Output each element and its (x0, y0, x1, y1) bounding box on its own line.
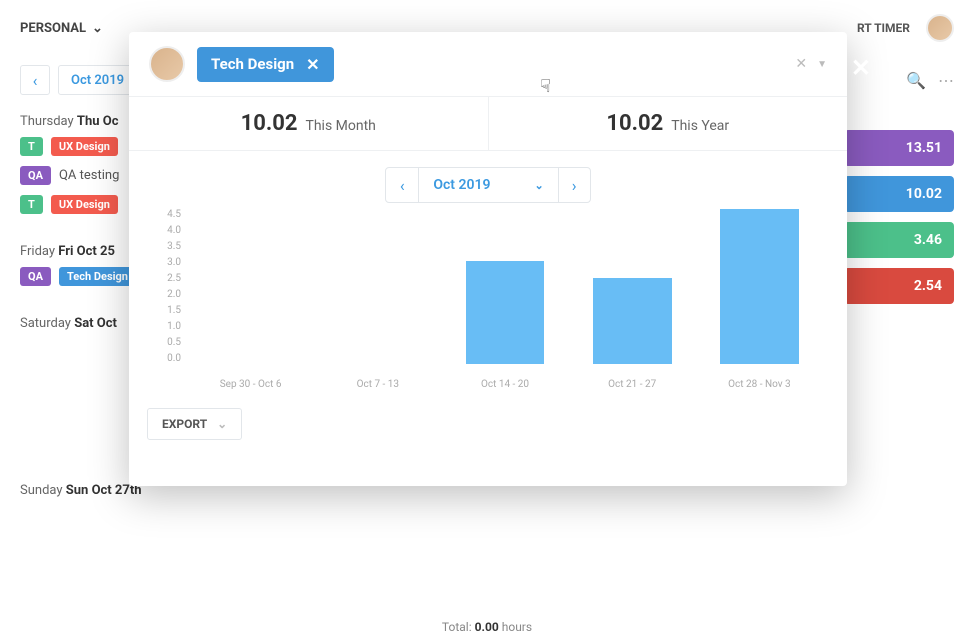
stat-month: 10.02 This Month (129, 97, 489, 150)
project-tag: UX Design (51, 195, 118, 214)
project-tag: T (20, 195, 43, 214)
period-selector[interactable]: Oct 2019 (58, 65, 137, 95)
hours-bar-chart: 4.5 4.0 3.5 3.0 2.5 2.0 1.5 1.0 0.5 0.0 (153, 209, 823, 379)
y-tick: 4.0 (153, 225, 181, 236)
period-label: Oct 2019 (433, 177, 490, 193)
avatar[interactable] (926, 14, 954, 42)
y-tick: 1.0 (153, 321, 181, 332)
chevron-left-icon: ‹ (400, 176, 405, 195)
y-tick: 3.5 (153, 241, 181, 252)
summary-pill[interactable]: 10.02 (844, 176, 954, 212)
y-tick: 0.5 (153, 337, 181, 348)
project-tag: T (20, 137, 43, 156)
avatar[interactable] (149, 46, 185, 82)
chevron-down-icon: ⌄ (534, 179, 543, 192)
period-dropdown[interactable]: Oct 2019 ⌄ (418, 168, 557, 202)
chart-bar[interactable] (720, 209, 799, 364)
filter-chip-label: Tech Design (211, 55, 294, 73)
x-tick: Oct 21 - 27 (569, 379, 696, 390)
close-modal-button[interactable]: ✕ (851, 54, 871, 82)
stat-value: 10.02 (241, 111, 298, 136)
summary-pill[interactable]: 2.54 (844, 268, 954, 304)
workspace-label: PERSONAL (20, 21, 86, 36)
prev-month-button[interactable]: ‹ (386, 168, 418, 202)
y-tick: 1.5 (153, 305, 181, 316)
cursor-icon: ☟ (540, 76, 551, 97)
report-modal: Tech Design ✕ ✕ ▼ 10.02 This Month 10.02… (129, 32, 847, 486)
search-icon[interactable]: 🔍 (906, 71, 926, 90)
x-tick: Oct 28 - Nov 3 (696, 379, 823, 390)
y-tick: 0.0 (153, 353, 181, 364)
entry-description: QA testing (59, 168, 119, 183)
total-row: Total: 0.00 hours (0, 620, 974, 634)
chevron-down-icon: ⌄ (217, 417, 227, 431)
close-icon[interactable]: ✕ (306, 55, 319, 74)
x-tick: Oct 14 - 20 (441, 379, 568, 390)
export-label: EXPORT (162, 417, 207, 431)
prev-period-button[interactable]: ‹ (20, 65, 50, 95)
export-button[interactable]: EXPORT ⌄ (147, 408, 242, 440)
chevron-left-icon: ‹ (33, 71, 38, 90)
stats-row: 10.02 This Month 10.02 This Year (129, 96, 847, 151)
start-timer-button[interactable]: RT TIMER (857, 21, 910, 35)
y-tick: 2.5 (153, 273, 181, 284)
y-tick: 3.0 (153, 257, 181, 268)
chevron-down-icon: ⌄ (92, 21, 103, 36)
next-month-button[interactable]: › (558, 168, 590, 202)
chart-bar[interactable] (593, 278, 672, 364)
more-icon[interactable]: ⋯ (938, 71, 954, 90)
period-navigator: ‹ Oct 2019 ⌄ › (385, 167, 590, 203)
stat-label: This Year (671, 118, 729, 134)
workspace-switcher[interactable]: PERSONAL ⌄ (20, 21, 103, 36)
filter-chip[interactable]: Tech Design ✕ (197, 47, 334, 82)
y-tick: 2.0 (153, 289, 181, 300)
stat-value: 10.02 (606, 111, 663, 136)
chart-bar[interactable] (466, 261, 545, 364)
summary-pill[interactable]: 3.46 (844, 222, 954, 258)
project-tag: Tech Design (59, 267, 136, 286)
project-tag: UX Design (51, 137, 118, 156)
caret-down-icon[interactable]: ▼ (817, 59, 827, 70)
project-tag: QA (20, 267, 51, 286)
stat-year: 10.02 This Year (489, 97, 848, 150)
x-tick: Sep 30 - Oct 6 (187, 379, 314, 390)
summary-pill[interactable]: 13.51 (844, 130, 954, 166)
chevron-right-icon: › (572, 176, 577, 195)
project-tag: QA (20, 166, 51, 185)
x-tick: Oct 7 - 13 (314, 379, 441, 390)
period-label: Oct 2019 (71, 73, 124, 88)
y-tick: 4.5 (153, 209, 181, 220)
stat-label: This Month (305, 118, 375, 134)
clear-icon[interactable]: ✕ (795, 56, 807, 72)
